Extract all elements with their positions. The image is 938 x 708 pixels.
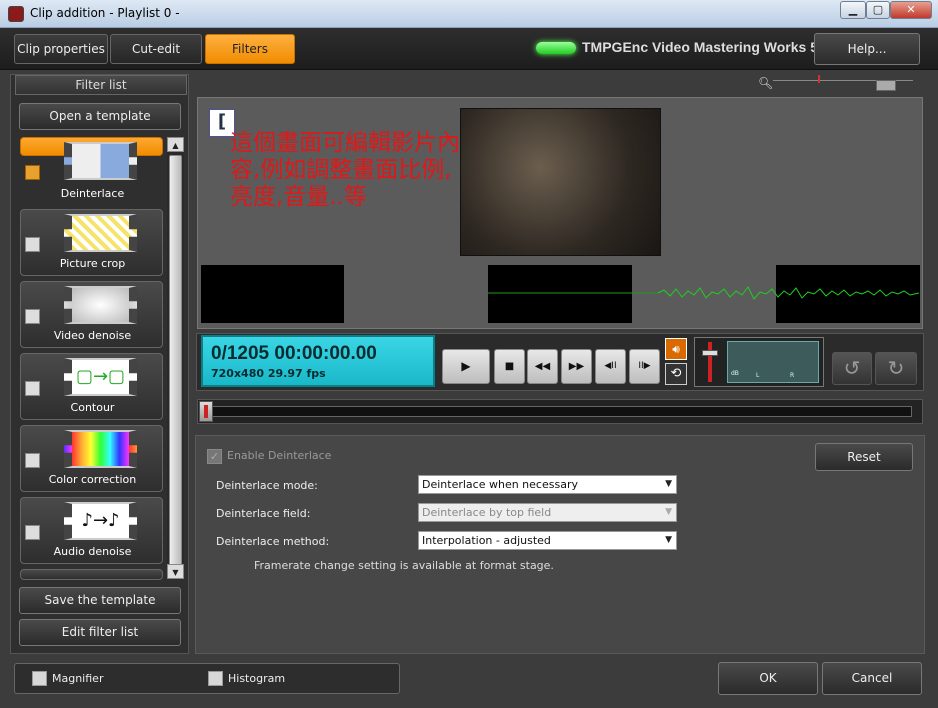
prev-frame-button[interactable]: ◀II bbox=[595, 349, 626, 384]
stop-button[interactable]: ■ bbox=[494, 349, 525, 384]
deinterlace-method-select[interactable]: Interpolation - adjusted ▼ bbox=[418, 531, 677, 550]
loop-icon[interactable]: ⟲ bbox=[665, 363, 687, 385]
meter-right-label: R bbox=[790, 372, 795, 379]
scroll-up-icon[interactable]: ▲ bbox=[167, 137, 184, 152]
zoom-marker bbox=[818, 75, 820, 83]
filter-checkbox[interactable] bbox=[25, 525, 40, 540]
close-button[interactable]: ✕ bbox=[890, 1, 932, 19]
histogram-label: Histogram bbox=[228, 672, 286, 685]
framerate-note: Framerate change setting is available at… bbox=[254, 559, 554, 572]
timeline-thumbnail bbox=[201, 265, 344, 323]
maximize-button[interactable]: ▢ bbox=[866, 1, 890, 19]
filter-checkbox[interactable] bbox=[25, 453, 40, 468]
dropdown-arrow-icon: ▼ bbox=[665, 479, 672, 489]
enable-deinterlace-checkbox[interactable]: ✓ bbox=[207, 449, 222, 464]
audio-waveform bbox=[488, 286, 920, 300]
filter-item-video-denoise[interactable]: Video denoise bbox=[20, 281, 163, 348]
denoise-icon bbox=[64, 286, 137, 324]
filter-list-scrollbar[interactable]: ▲ ▼ bbox=[167, 137, 184, 579]
deinterlace-mode-value: Deinterlace when necessary bbox=[422, 478, 578, 491]
video-frame bbox=[460, 108, 661, 256]
filter-label: Picture crop bbox=[59, 257, 126, 270]
volume-slider-thumb[interactable] bbox=[702, 350, 718, 356]
contour-icon: ▢→▢ bbox=[64, 358, 137, 396]
window-title: Clip addition - Playlist 0 - bbox=[30, 6, 180, 20]
time-display: 0/1205 00:00:00.00 720x480 29.97 fps bbox=[201, 335, 435, 387]
format-readout: 720x480 29.97 fps bbox=[211, 367, 326, 380]
undo-icon[interactable]: ↺ bbox=[832, 352, 872, 385]
cancel-button[interactable]: Cancel bbox=[822, 662, 922, 695]
minimize-button[interactable]: ▁ bbox=[840, 1, 866, 19]
preview-annotation: 這個畫面可編輯影片內容,例如調整畫面比例,亮度,音量..等 bbox=[230, 130, 460, 210]
tab-cut-edit[interactable]: Cut-edit bbox=[110, 34, 202, 64]
seek-thumb[interactable] bbox=[199, 401, 213, 422]
music-note-icon: ♪→♪ bbox=[64, 502, 137, 540]
status-led-icon bbox=[536, 42, 576, 54]
filter-label: Video denoise bbox=[53, 329, 132, 342]
magnifier-icon: 🔍︎ bbox=[758, 76, 774, 90]
audio-speaker-icon[interactable]: 🔊︎ bbox=[665, 338, 687, 360]
filter-item-audio-denoise[interactable]: ♪→♪ Audio denoise bbox=[20, 497, 163, 564]
rewind-button[interactable]: ◀◀ bbox=[527, 349, 558, 384]
seek-track[interactable] bbox=[212, 406, 912, 417]
open-template-button[interactable]: Open a template bbox=[19, 103, 181, 130]
zoom-slider-thumb[interactable] bbox=[876, 80, 896, 91]
deinterlace-mode-label: Deinterlace mode: bbox=[216, 479, 318, 492]
filter-label: Deinterlace bbox=[60, 187, 125, 200]
deinterlace-icon bbox=[64, 142, 137, 180]
volume-track bbox=[708, 342, 712, 382]
next-frame-button[interactable]: II▶ bbox=[629, 349, 660, 384]
magnifier-label: Magnifier bbox=[52, 672, 104, 685]
tab-clip-properties[interactable]: Clip properties bbox=[14, 34, 108, 64]
timeline-gap bbox=[344, 265, 488, 323]
top-toolbar: Clip properties Cut-edit Filters TMPGEnc… bbox=[0, 28, 938, 70]
level-meter: dB L R bbox=[727, 341, 819, 383]
filter-label: Contour bbox=[70, 401, 115, 414]
magnifier-checkbox[interactable] bbox=[32, 671, 47, 686]
filter-checkbox[interactable] bbox=[25, 237, 40, 252]
filter-item-color-correction[interactable]: Color correction bbox=[20, 425, 163, 492]
meter-left-label: L bbox=[756, 372, 760, 379]
ok-button[interactable]: OK bbox=[718, 662, 818, 695]
scroll-down-icon[interactable]: ▼ bbox=[167, 564, 184, 579]
deinterlace-field-value: Deinterlace by top field bbox=[422, 506, 552, 519]
deinterlace-field-select[interactable]: Deinterlace by top field ▼ bbox=[418, 503, 677, 522]
color-bars-icon bbox=[64, 430, 137, 468]
filter-item-picture-crop[interactable]: Picture crop bbox=[20, 209, 163, 276]
enable-deinterlace-label: Enable Deinterlace bbox=[227, 449, 332, 462]
tab-filters[interactable]: Filters bbox=[205, 34, 295, 64]
dropdown-arrow-icon: ▼ bbox=[665, 535, 672, 545]
redo-icon[interactable]: ↻ bbox=[875, 352, 917, 385]
histogram-checkbox[interactable] bbox=[208, 671, 223, 686]
title-bar: Clip addition - Playlist 0 - ▁ ▢ ✕ bbox=[0, 0, 938, 28]
deinterlace-field-label: Deinterlace field: bbox=[216, 507, 311, 520]
app-icon bbox=[8, 6, 24, 22]
filter-checkbox[interactable] bbox=[25, 309, 40, 324]
deinterlace-method-label: Deinterlace method: bbox=[216, 535, 330, 548]
reset-button[interactable]: Reset bbox=[815, 443, 913, 471]
filter-label: Color correction bbox=[48, 473, 137, 486]
deinterlace-method-value: Interpolation - adjusted bbox=[422, 534, 551, 547]
brand-title: TMPGEnc Video Mastering Works 5 bbox=[582, 39, 818, 55]
help-button[interactable]: Help... bbox=[814, 33, 920, 65]
filter-label: Audio denoise bbox=[53, 545, 132, 558]
filter-item-deinterlace[interactable]: Deinterlace bbox=[20, 137, 163, 200]
save-template-button[interactable]: Save the template bbox=[19, 587, 181, 614]
play-button[interactable]: ▶ bbox=[442, 349, 490, 384]
filter-item-contour[interactable]: ▢→▢ Contour bbox=[20, 353, 163, 420]
filter-item-partial bbox=[20, 569, 163, 580]
filter-checkbox[interactable] bbox=[25, 381, 40, 396]
scroll-thumb[interactable] bbox=[169, 155, 182, 575]
fast-forward-button[interactable]: ▶▶ bbox=[561, 349, 592, 384]
filter-list-title: Filter list bbox=[15, 75, 187, 95]
filter-checkbox[interactable] bbox=[25, 165, 40, 180]
frame-time-readout: 0/1205 00:00:00.00 bbox=[211, 343, 377, 364]
deinterlace-mode-select[interactable]: Deinterlace when necessary ▼ bbox=[418, 475, 677, 494]
edit-filter-list-button[interactable]: Edit filter list bbox=[19, 619, 181, 646]
dropdown-arrow-icon: ▼ bbox=[665, 507, 672, 517]
meter-db-label: dB bbox=[731, 370, 739, 377]
scissors-icon bbox=[64, 214, 137, 252]
